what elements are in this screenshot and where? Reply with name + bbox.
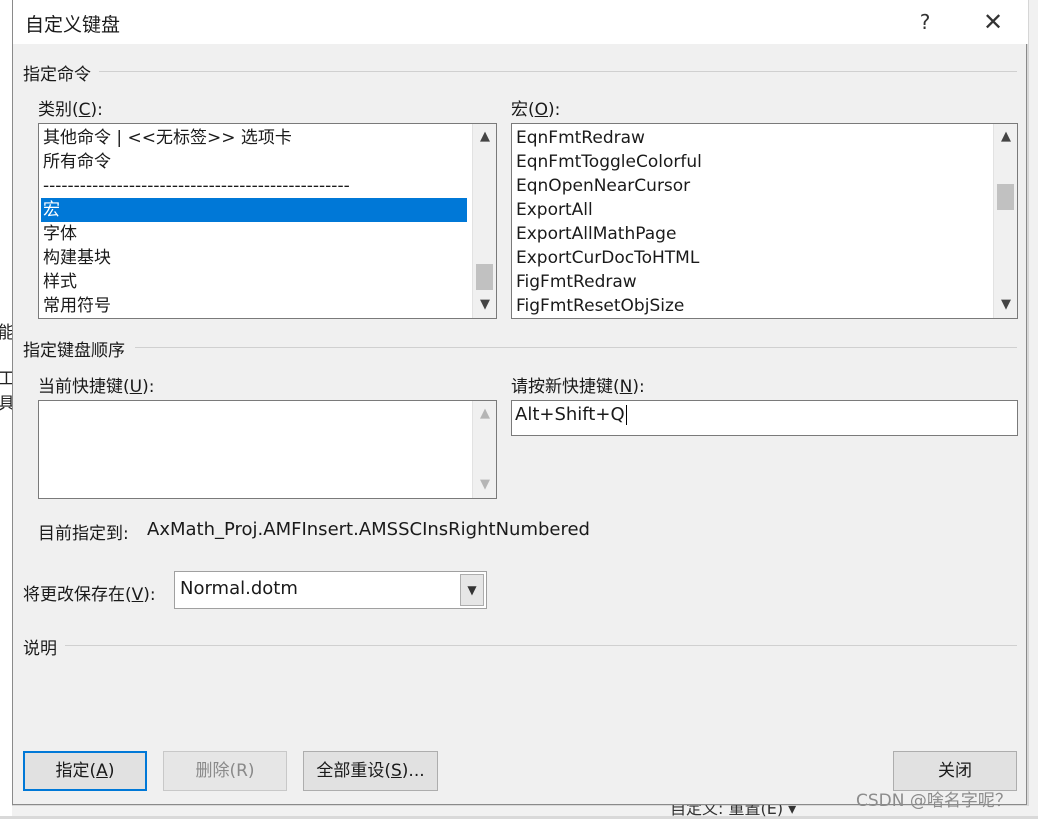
reset-all-button[interactable]: 全部重设(S)...	[303, 751, 438, 791]
chevron-down-icon[interactable]: ▼	[460, 574, 484, 606]
new-key-input[interactable]: Alt+Shift+Q	[511, 400, 1018, 436]
section-title-description: 说明	[23, 639, 57, 659]
scroll-up-icon: ▲	[480, 406, 490, 421]
list-item[interactable]: ExportAll	[516, 198, 593, 222]
save-in-value: Normal.dotm	[180, 578, 298, 599]
close-button[interactable]: 关闭	[893, 751, 1017, 791]
title-bar: 自定义键盘 ? ✕	[13, 0, 1028, 44]
macros-listbox[interactable]: EqnFmtRedraw EqnFmtToggleColorful EqnOpe…	[511, 123, 1018, 319]
section-divider	[65, 645, 1017, 646]
scroll-thumb[interactable]	[997, 184, 1014, 210]
list-item[interactable]: 常用符号	[43, 294, 111, 318]
list-item[interactable]: ----------------------------------------…	[43, 174, 350, 198]
customize-keyboard-dialog: 自定义键盘 ? ✕ 指定命令 类别(C): 其他命令 | <<无标签>> 选项卡…	[12, 0, 1028, 805]
current-keys-label: 当前快捷键(U):	[38, 377, 155, 397]
categories-listbox[interactable]: 其他命令 | <<无标签>> 选项卡 所有命令 ----------------…	[38, 123, 497, 319]
list-item[interactable]: 所有命令	[43, 150, 111, 174]
current-keys-listbox[interactable]: ▲ ▼	[38, 400, 497, 499]
list-item[interactable]: EqnFmtToggleColorful	[516, 150, 702, 174]
save-changes-label: 将更改保存在(V):	[23, 585, 156, 605]
categories-scrollbar[interactable]: ▲ ▼	[472, 124, 496, 318]
list-item-selected[interactable]: 宏	[41, 198, 467, 222]
list-item[interactable]: ExportCurDocToHTML	[516, 246, 699, 270]
categories-label: 类别(C):	[38, 100, 103, 120]
new-key-value: Alt+Shift+Q	[515, 404, 627, 425]
help-button[interactable]: ?	[907, 8, 943, 36]
remove-button[interactable]: 删除(R)	[163, 751, 287, 791]
scroll-up-icon[interactable]: ▲	[994, 126, 1017, 148]
list-item[interactable]: 构建基块	[43, 246, 111, 270]
list-item[interactable]: 其他命令 | <<无标签>> 选项卡	[43, 126, 292, 150]
currently-assigned-label: 目前指定到:	[38, 524, 129, 544]
list-item[interactable]: EqnOpenNearCursor	[516, 174, 690, 198]
list-item[interactable]: FigFmtResetObjSize	[516, 294, 684, 318]
section-divider	[99, 71, 1017, 72]
current-keys-scrollbar: ▲ ▼	[472, 401, 496, 498]
close-icon[interactable]: ✕	[975, 6, 1011, 38]
list-item[interactable]: ExportAllMathPage	[516, 222, 676, 246]
section-title-specify-command: 指定命令	[23, 65, 91, 85]
text-caret	[625, 405, 627, 425]
macros-label: 宏(O):	[511, 100, 561, 120]
save-in-select[interactable]: Normal.dotm ▼	[174, 571, 487, 609]
watermark: CSDN @啥名字呢？	[856, 791, 1012, 811]
macros-scrollbar[interactable]: ▲ ▼	[993, 124, 1017, 318]
section-divider	[135, 347, 1017, 348]
list-item[interactable]: FigFmtRedraw	[516, 270, 637, 294]
scroll-down-icon: ▼	[480, 477, 490, 492]
background-window-right	[1028, 0, 1038, 816]
new-key-label: 请按新快捷键(N):	[511, 377, 645, 397]
list-item[interactable]: EqnFmtRedraw	[516, 126, 645, 150]
section-title-keyboard-sequence: 指定键盘顺序	[23, 341, 125, 361]
list-item[interactable]: 样式	[43, 270, 77, 294]
scroll-down-icon[interactable]: ▼	[994, 294, 1017, 316]
dialog-title: 自定义键盘	[25, 14, 121, 36]
scroll-up-icon[interactable]: ▲	[473, 126, 496, 148]
list-item[interactable]: 字体	[43, 222, 77, 246]
scroll-down-icon[interactable]: ▼	[473, 294, 496, 316]
assign-button[interactable]: 指定(A)	[23, 751, 147, 791]
scroll-thumb[interactable]	[476, 264, 493, 290]
currently-assigned-value: AxMath_Proj.AMFInsert.AMSSCInsRightNumbe…	[147, 519, 590, 540]
